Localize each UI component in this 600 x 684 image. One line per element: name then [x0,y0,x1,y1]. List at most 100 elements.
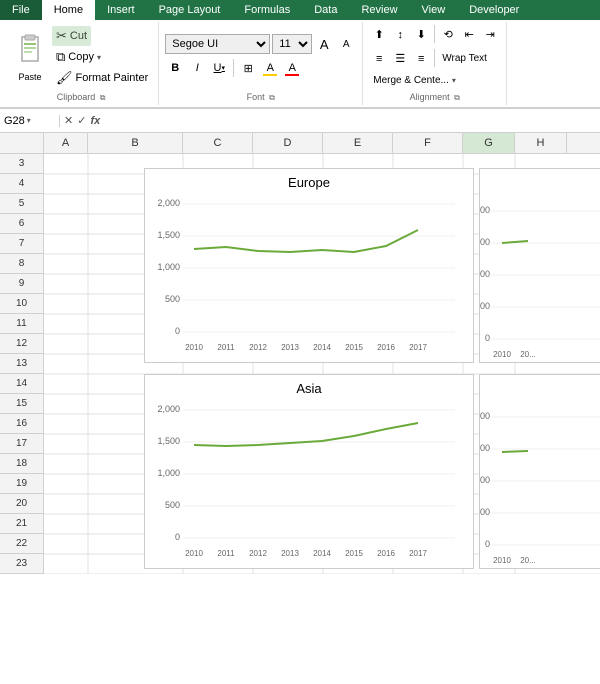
row-10[interactable]: 10 [0,294,44,314]
row-13[interactable]: 13 [0,354,44,374]
row-23[interactable]: 23 [0,554,44,574]
tab-insert[interactable]: Insert [95,0,147,20]
tab-formulas[interactable]: Formulas [232,0,302,20]
tab-page-layout[interactable]: Page Layout [147,0,233,20]
chart-partial-top-right-svg: 2,000 1,500 1,000 500 0 2010 20... [480,199,600,363]
tab-review[interactable]: Review [349,0,409,20]
row-8[interactable]: 8 [0,254,44,274]
cell-reference-box[interactable]: G28 ▾ [0,115,60,127]
align-bottom-button[interactable]: ⬇ [411,25,431,45]
chart-europe-title: Europe [145,175,473,190]
ribbon: File Home Insert Page Layout Formulas Da… [0,0,600,109]
svg-text:500: 500 [165,294,180,304]
col-header-h[interactable]: H [515,133,567,153]
formula-input[interactable] [104,115,600,127]
paste-button[interactable]: Paste [10,24,50,90]
underline-button[interactable]: U▾ [209,58,229,78]
font-label-text: Font [247,92,265,102]
row-16[interactable]: 16 [0,414,44,434]
formula-cancel-icon[interactable]: ✕ [64,114,73,127]
align-center-button[interactable]: ☰ [390,49,410,69]
svg-text:2016: 2016 [377,343,395,352]
font-color-button[interactable]: A [282,58,302,78]
align-right-button[interactable]: ≡ [411,49,431,69]
merge-dropdown-arrow[interactable]: ▾ [452,76,456,85]
svg-text:2010: 2010 [185,343,203,352]
row-4[interactable]: 4 [0,174,44,194]
clipboard-expand-icon[interactable]: ⧉ [100,93,106,102]
ribbon-content-area: Paste ✂ Cut ⧉ Copy ▾ 🖌 Format Pa [0,20,600,108]
chart-partial-top-right[interactable]: 2,000 1,500 1,000 500 0 2010 20... [479,168,600,363]
row-19[interactable]: 19 [0,474,44,494]
chart-asia-svg: 2,000 1,500 1,000 500 0 2010 2011 2012 2… [150,398,460,563]
svg-text:1,000: 1,000 [480,269,490,279]
tab-data[interactable]: Data [302,0,349,20]
cell-ref-dropdown[interactable]: ▾ [27,116,31,125]
row-9[interactable]: 9 [0,274,44,294]
svg-text:2010: 2010 [185,549,203,558]
svg-text:2,000: 2,000 [157,404,180,414]
tab-developer[interactable]: Developer [457,0,531,20]
align-left-button[interactable]: ≡ [369,49,389,69]
row-7[interactable]: 7 [0,234,44,254]
col-header-d[interactable]: D [253,133,323,153]
cut-button[interactable]: ✂ Cut [52,26,91,46]
col-header-c[interactable]: C [183,133,253,153]
alignment-label-text: Alignment [410,92,450,102]
col-header-b[interactable]: B [88,133,183,153]
svg-text:2013: 2013 [281,343,299,352]
svg-text:20...: 20... [520,556,536,565]
italic-button[interactable]: I [187,58,207,78]
copy-button[interactable]: ⧉ Copy ▾ [52,47,105,67]
alignment-expand-icon[interactable]: ⧉ [454,93,460,102]
chart-asia[interactable]: Asia 2,000 1,500 1,000 500 0 2010 2011 2… [144,374,474,569]
font-expand-icon[interactable]: ⧉ [269,93,275,102]
wrap-text-button[interactable]: Wrap Text [438,49,491,69]
row-21[interactable]: 21 [0,514,44,534]
formula-confirm-icon[interactable]: ✓ [77,114,86,127]
row-6[interactable]: 6 [0,214,44,234]
svg-text:2017: 2017 [409,343,427,352]
chart-partial-bottom-right[interactable]: 2,000 1,500 1,000 500 0 2010 20... [479,374,600,569]
row-15[interactable]: 15 [0,394,44,414]
col-header-g[interactable]: G [463,133,515,153]
col-header-e[interactable]: E [323,133,393,153]
row-headers: 3 4 5 6 7 8 9 10 11 12 13 14 15 16 17 18… [0,154,44,574]
column-headers: A B C D E F G H [0,133,600,154]
tab-home[interactable]: Home [42,0,95,20]
align-middle-button[interactable]: ↕ [390,25,410,45]
copy-dropdown-arrow[interactable]: ▾ [97,53,101,62]
merge-center-button[interactable]: Merge & Cente... ▾ [369,73,460,88]
font-size-decrease-button[interactable]: A [336,34,356,54]
row-22[interactable]: 22 [0,534,44,554]
font-group-content: Segoe UI 11 A A B I U▾ ⊞ A [165,24,356,90]
tab-view[interactable]: View [410,0,458,20]
row-18[interactable]: 18 [0,454,44,474]
bold-button[interactable]: B [165,58,185,78]
font-style-row: B I U▾ ⊞ A A [165,58,302,78]
row-5[interactable]: 5 [0,194,44,214]
font-group-label: Font ⧉ [247,90,275,103]
text-orientation-button[interactable]: ⟲ [438,25,458,45]
format-painter-button[interactable]: 🖌 Format Painter [52,68,152,88]
font-name-select[interactable]: Segoe UI [165,34,270,54]
font-size-increase-button[interactable]: A [314,34,334,54]
col-header-a[interactable]: A [44,133,88,153]
svg-text:2013: 2013 [281,549,299,558]
fill-color-button[interactable]: A [260,58,280,78]
row-11[interactable]: 11 [0,314,44,334]
indent-decrease-button[interactable]: ⇤ [459,25,479,45]
row-20[interactable]: 20 [0,494,44,514]
row-12[interactable]: 12 [0,334,44,354]
font-size-select[interactable]: 11 [272,34,312,54]
row-3[interactable]: 3 [0,154,44,174]
border-button[interactable]: ⊞ [238,58,258,78]
tab-file[interactable]: File [0,0,42,20]
col-header-f[interactable]: F [393,133,463,153]
indent-increase-button[interactable]: ⇥ [480,25,500,45]
row-17[interactable]: 17 [0,434,44,454]
formula-function-icon[interactable]: fx [90,115,100,127]
chart-europe[interactable]: Europe 2,000 1,500 1,000 500 0 2010 [144,168,474,363]
row-14[interactable]: 14 [0,374,44,394]
align-top-button[interactable]: ⬆ [369,25,389,45]
